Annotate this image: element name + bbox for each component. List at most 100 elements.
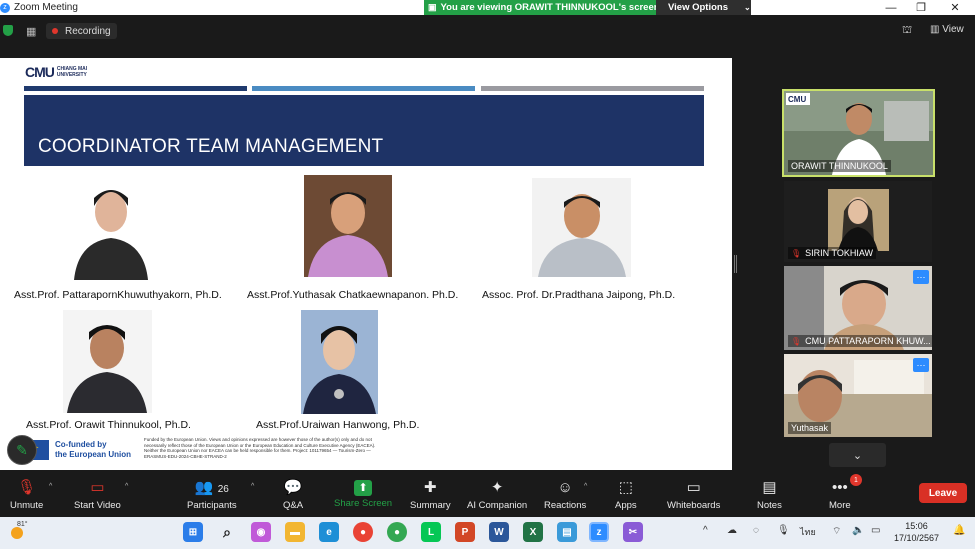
summary-icon: ✚ bbox=[424, 479, 437, 496]
header-stripe bbox=[252, 86, 475, 91]
minimize-button[interactable]: — bbox=[876, 0, 906, 15]
slide-title-band: COORDINATOR TEAM MANAGEMENT bbox=[24, 95, 704, 166]
participant-tile[interactable]: CMU ORAWIT THINNUKOOL bbox=[782, 89, 935, 177]
shared-slide: CMU CHIANG MAI UNIVERSITY COORDINATOR TE… bbox=[0, 58, 732, 470]
tray-overflow-icon[interactable]: ^ bbox=[703, 525, 708, 536]
excel-icon[interactable]: X bbox=[523, 522, 543, 542]
notes-button[interactable]: ▤ Notes bbox=[757, 478, 782, 511]
participants-button[interactable]: 👥 26 Participants bbox=[187, 478, 237, 511]
window-title: Zoom Meeting bbox=[14, 2, 78, 13]
more-options-icon[interactable]: ⋯ bbox=[913, 358, 929, 372]
close-button[interactable]: ✕ bbox=[940, 0, 970, 15]
view-options-button[interactable]: View Options ⌄ bbox=[656, 0, 751, 15]
start-icon[interactable]: ⊞ bbox=[183, 522, 203, 542]
person-name: Asst.Prof. PattarapornKhuwuthyakorn, Ph.… bbox=[14, 289, 222, 301]
header-stripe bbox=[481, 86, 704, 91]
apps-icon: ⬚ bbox=[618, 479, 633, 496]
panel-splitter-handle[interactable] bbox=[734, 255, 737, 273]
participants-count: 26 bbox=[217, 484, 229, 495]
sparkle-icon: ✦ bbox=[490, 479, 504, 496]
unmute-button[interactable]: 🎙 Unmute bbox=[10, 478, 43, 511]
cofunded-line1: Co-funded by bbox=[55, 440, 107, 449]
person-name: Assoc. Prof. Dr.Pradthana Jaipong, Ph.D. bbox=[482, 289, 676, 301]
participant-name: 🎙 CMU PATTARAPORN KHUW... bbox=[788, 335, 932, 347]
participants-icon: 👥 bbox=[194, 479, 214, 496]
whiteboard-icon: ▭ bbox=[686, 479, 701, 496]
view-grid-icon: ▥ bbox=[930, 24, 940, 35]
person-photo bbox=[70, 176, 152, 280]
security-shield-icon[interactable] bbox=[3, 25, 13, 36]
view-button[interactable]: ▥ View bbox=[930, 24, 964, 35]
edge-icon[interactable]: e bbox=[319, 522, 339, 542]
zoom-logo-icon: z bbox=[0, 2, 10, 13]
zoom-taskbar-icon[interactable]: z bbox=[589, 522, 609, 542]
file-explorer-icon[interactable]: ▬ bbox=[285, 522, 305, 542]
windows-taskbar bbox=[0, 517, 975, 549]
whiteboards-button[interactable]: ▭ Whiteboards bbox=[667, 478, 720, 511]
participant-tile[interactable]: ⋯ 🎙 CMU PATTARAPORN KHUW... bbox=[784, 266, 932, 350]
tray-app-icon[interactable]: ◌ bbox=[753, 525, 759, 536]
clock-time: 15:06 bbox=[905, 521, 928, 531]
eu-disclaimer: Funded by the European Union. Views and … bbox=[144, 437, 376, 459]
chrome-icon[interactable]: ● bbox=[353, 522, 373, 542]
scroll-down-button[interactable]: ⌄ bbox=[829, 443, 886, 467]
word-icon[interactable]: W bbox=[489, 522, 509, 542]
cofunded-line2: the European Union bbox=[55, 450, 131, 459]
microphone-icon[interactable]: 🎙 bbox=[777, 525, 790, 536]
participant-name: Yuthasak bbox=[788, 422, 832, 434]
chrome-profile-icon[interactable]: ● bbox=[387, 522, 407, 542]
summary-button[interactable]: ✚ Summary bbox=[410, 478, 451, 511]
reactions-options-caret[interactable]: ^ bbox=[584, 483, 587, 490]
notifications-icon[interactable]: 🔔 bbox=[953, 525, 965, 536]
svg-text:CMU: CMU bbox=[788, 95, 806, 104]
apps-button[interactable]: ⬚ Apps bbox=[615, 478, 637, 511]
language-indicator[interactable]: ไทย bbox=[800, 525, 816, 539]
taskbar-clock[interactable]: 15:06 17/10/2567 bbox=[894, 520, 939, 544]
slide-title: COORDINATOR TEAM MANAGEMENT bbox=[38, 136, 384, 157]
record-dot-icon bbox=[52, 28, 58, 34]
notepad-icon[interactable]: ▤ bbox=[557, 522, 577, 542]
maximize-button[interactable]: ❐ bbox=[906, 0, 936, 15]
speaker-icon[interactable]: 🔈 bbox=[852, 525, 864, 536]
wifi-icon[interactable]: ⌔ bbox=[832, 525, 841, 538]
cloud-icon[interactable]: ☁ bbox=[727, 525, 737, 536]
grid-icon[interactable]: ▦ bbox=[26, 25, 36, 38]
video-options-caret[interactable]: ^ bbox=[125, 483, 128, 490]
participant-tile[interactable]: 🎙 SIRIN TOKHIAW bbox=[784, 181, 932, 262]
more-button[interactable]: ••• More bbox=[829, 478, 851, 511]
person-photo bbox=[304, 175, 392, 277]
mic-muted-icon: 🎙 bbox=[791, 336, 802, 346]
recording-label: Recording bbox=[65, 25, 111, 37]
more-dots-icon: ••• bbox=[831, 479, 848, 496]
start-video-button[interactable]: ▭ Start Video bbox=[74, 478, 121, 511]
notes-icon: ▤ bbox=[762, 479, 777, 496]
recording-indicator[interactable]: Recording bbox=[46, 23, 117, 39]
annotate-pen-button[interactable]: ✎ bbox=[7, 435, 37, 465]
powerpoint-icon[interactable]: P bbox=[455, 522, 475, 542]
lock-icon[interactable]: ⛫ bbox=[902, 24, 912, 38]
share-screen-icon: ⬆ bbox=[354, 480, 373, 496]
battery-icon[interactable]: ▭ bbox=[871, 525, 880, 536]
line-icon[interactable]: L bbox=[421, 522, 441, 542]
snipping-tool-icon[interactable]: ✂ bbox=[623, 522, 643, 542]
cmu-logo: CMU CHIANG MAI UNIVERSITY bbox=[25, 64, 87, 80]
leave-button[interactable]: Leave bbox=[919, 483, 967, 503]
audio-options-caret[interactable]: ^ bbox=[49, 483, 52, 490]
share-screen-button[interactable]: ⬆ Share Screen bbox=[334, 478, 392, 509]
search-icon[interactable]: ⌕ bbox=[217, 522, 237, 542]
participant-tile[interactable]: ⋯ Yuthasak bbox=[784, 354, 932, 437]
more-options-icon[interactable]: ⋯ bbox=[913, 270, 929, 284]
view-label: View bbox=[942, 24, 964, 35]
ai-companion-button[interactable]: ✦ AI Companion bbox=[467, 478, 527, 511]
screen-share-icon: ▣ bbox=[428, 2, 437, 12]
reactions-button[interactable]: ☺ Reactions bbox=[544, 478, 586, 511]
person-name: Asst.Prof. Orawit Thinnukool, Ph.D. bbox=[26, 419, 191, 431]
participant-name: 🎙 SIRIN TOKHIAW bbox=[788, 247, 876, 259]
copilot-icon[interactable]: ◉ bbox=[251, 522, 271, 542]
weather-widget[interactable]: 81° bbox=[9, 521, 31, 543]
qa-button[interactable]: 💬 Q&A bbox=[283, 478, 303, 511]
header-stripe bbox=[24, 86, 247, 91]
participants-options-caret[interactable]: ^ bbox=[251, 483, 254, 490]
qa-icon: 💬 bbox=[283, 479, 303, 496]
person-photo bbox=[532, 178, 631, 277]
